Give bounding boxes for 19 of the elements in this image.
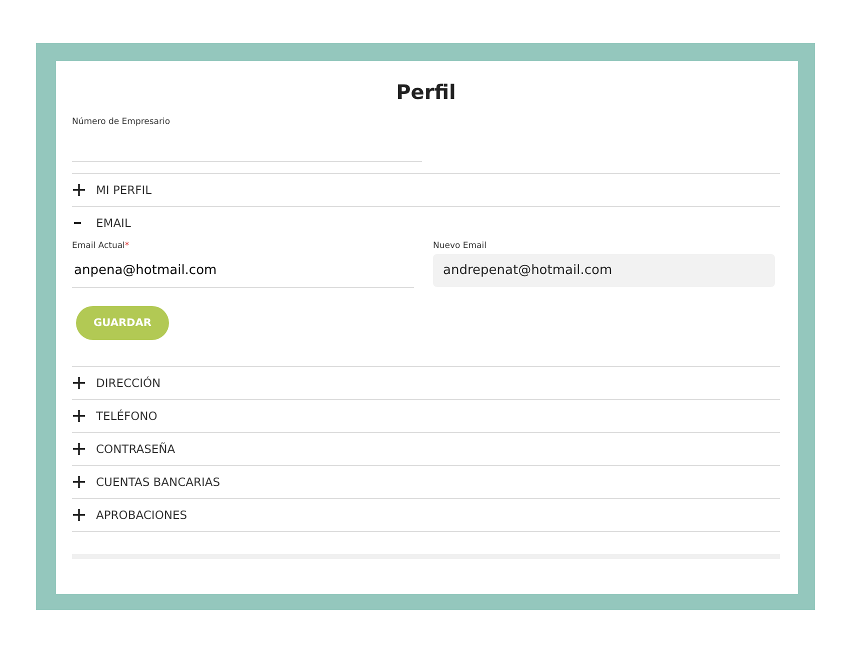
- field-label: Email Actual*: [72, 241, 130, 251]
- field-label: Nuevo Email: [433, 241, 488, 251]
- accordion-header[interactable]: CONTRASEÑA: [72, 433, 780, 466]
- email-field[interactable]: anpena@hotmail.com: [72, 254, 414, 288]
- accordion-header[interactable]: APROBACIONES: [72, 499, 780, 532]
- plus-icon: [73, 443, 85, 455]
- plus-icon: [73, 184, 85, 196]
- plus-icon: [73, 377, 85, 389]
- field-label: Número de Empresario: [72, 117, 172, 127]
- email-field[interactable]: andrepenat@hotmail.com: [433, 254, 775, 287]
- accordion-header[interactable]: MI PERFIL: [72, 174, 780, 207]
- plus-icon: [73, 410, 85, 422]
- accordion-header[interactable]: EMAIL: [72, 207, 780, 240]
- plus-icon: [73, 509, 85, 521]
- accordion-header[interactable]: TELÉFONO: [72, 400, 780, 433]
- accordion-header[interactable]: CUENTAS BANCARIAS: [72, 466, 780, 499]
- page-title: Perfil: [395, 79, 457, 105]
- accordion-header[interactable]: DIRECCIÓN: [72, 367, 780, 400]
- plus-icon: [73, 476, 85, 488]
